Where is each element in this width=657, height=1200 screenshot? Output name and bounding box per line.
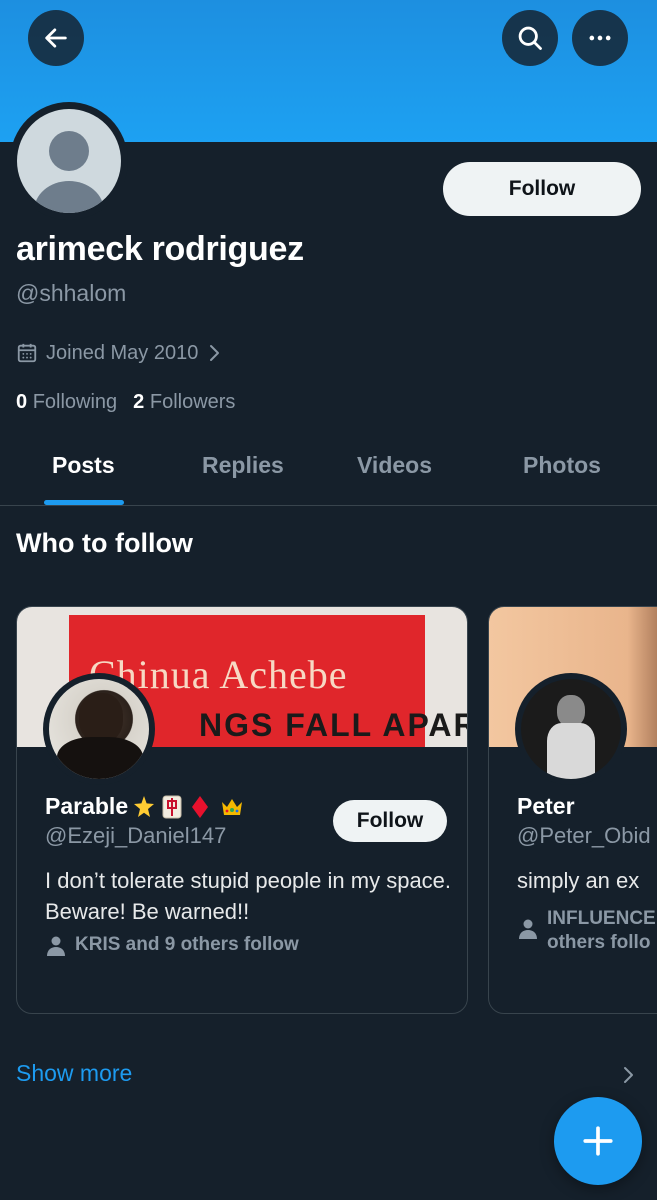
who-to-follow-heading: Who to follow: [16, 528, 193, 558]
tab-videos[interactable]: Videos: [357, 452, 432, 479]
user-photo: [521, 679, 621, 779]
search-icon: [518, 26, 542, 50]
suggestion-name[interactable]: Peter: [517, 793, 575, 820]
social-context-line1: INFLUENCE: [547, 908, 656, 929]
suggestion-avatar[interactable]: [515, 673, 627, 785]
suggestion-bio: I don’t tolerate stupid people in my spa…: [45, 868, 452, 924]
suggestion-card[interactable]: Peter @Peter_Obid simply an ex INFLUENCE…: [488, 606, 657, 1014]
suggestion-handle: @Ezeji_Daniel147: [45, 823, 227, 848]
show-more-link[interactable]: Show more: [16, 1060, 132, 1087]
star-emoji-icon: [134, 795, 155, 817]
followers-label: Followers: [149, 391, 236, 413]
suggestion-name[interactable]: Parable: [45, 793, 244, 820]
more-options-button[interactable]: [572, 10, 628, 66]
follow-stats: 0 Following 2 Followers: [16, 391, 235, 414]
calendar-icon: [17, 343, 37, 363]
suggestion-name-text: Parable: [45, 793, 129, 819]
tab-replies[interactable]: Replies: [202, 452, 284, 479]
more-horizontal-icon: [589, 35, 611, 41]
crown-icon: [222, 798, 243, 815]
tab-photos[interactable]: Photos: [523, 452, 601, 479]
book-title-text: NGS FALL APART: [199, 707, 467, 743]
follow-button[interactable]: Follow: [443, 162, 641, 216]
default-avatar-icon: [17, 109, 121, 213]
mahjong-red-dragon-icon: [162, 795, 182, 818]
suggestion-handle: @Peter_Obid: [517, 823, 651, 848]
compose-post-button[interactable]: [554, 1097, 642, 1185]
following-label: Following: [32, 391, 118, 413]
social-context-line2: others follo: [547, 932, 651, 953]
suggestion-bio: simply an ex: [517, 868, 640, 893]
back-button[interactable]: [28, 10, 84, 66]
chevron-right-icon: [210, 345, 220, 361]
search-button[interactable]: [502, 10, 558, 66]
person-icon: [47, 936, 65, 956]
social-context: KRIS and 9 others follow: [47, 934, 299, 956]
user-photo: [49, 679, 149, 779]
following-count: 0: [16, 391, 28, 413]
tab-posts[interactable]: Posts: [52, 452, 115, 479]
joined-label: Joined May 2010: [46, 341, 199, 364]
arrow-left-icon: [45, 28, 67, 48]
suggestion-follow-button[interactable]: Follow: [333, 800, 447, 842]
social-context: INFLUENCE others follo: [519, 907, 656, 955]
person-icon: [519, 919, 537, 939]
profile-tabs: Posts Replies Videos Photos: [0, 430, 657, 506]
profile-display-name: arimeck rodriguez: [16, 230, 304, 268]
profile-avatar[interactable]: [10, 102, 128, 220]
profile-handle: @shhalom: [16, 280, 127, 306]
active-tab-indicator: [44, 500, 124, 505]
red-diamond-icon: [192, 795, 209, 818]
joined-date[interactable]: Joined May 2010: [16, 340, 222, 366]
plus-icon: [583, 1126, 613, 1156]
suggestion-avatar[interactable]: [43, 673, 155, 785]
suggestion-card[interactable]: Chinua Achebe NGS FALL APART Parable @Ez…: [16, 606, 468, 1014]
following-stat[interactable]: 0 Following: [16, 391, 117, 414]
social-context-text: KRIS and 9 others follow: [75, 934, 299, 955]
chevron-right-icon[interactable]: [620, 1064, 636, 1086]
followers-count: 2: [133, 391, 145, 413]
followers-stat[interactable]: 2 Followers: [133, 391, 235, 414]
